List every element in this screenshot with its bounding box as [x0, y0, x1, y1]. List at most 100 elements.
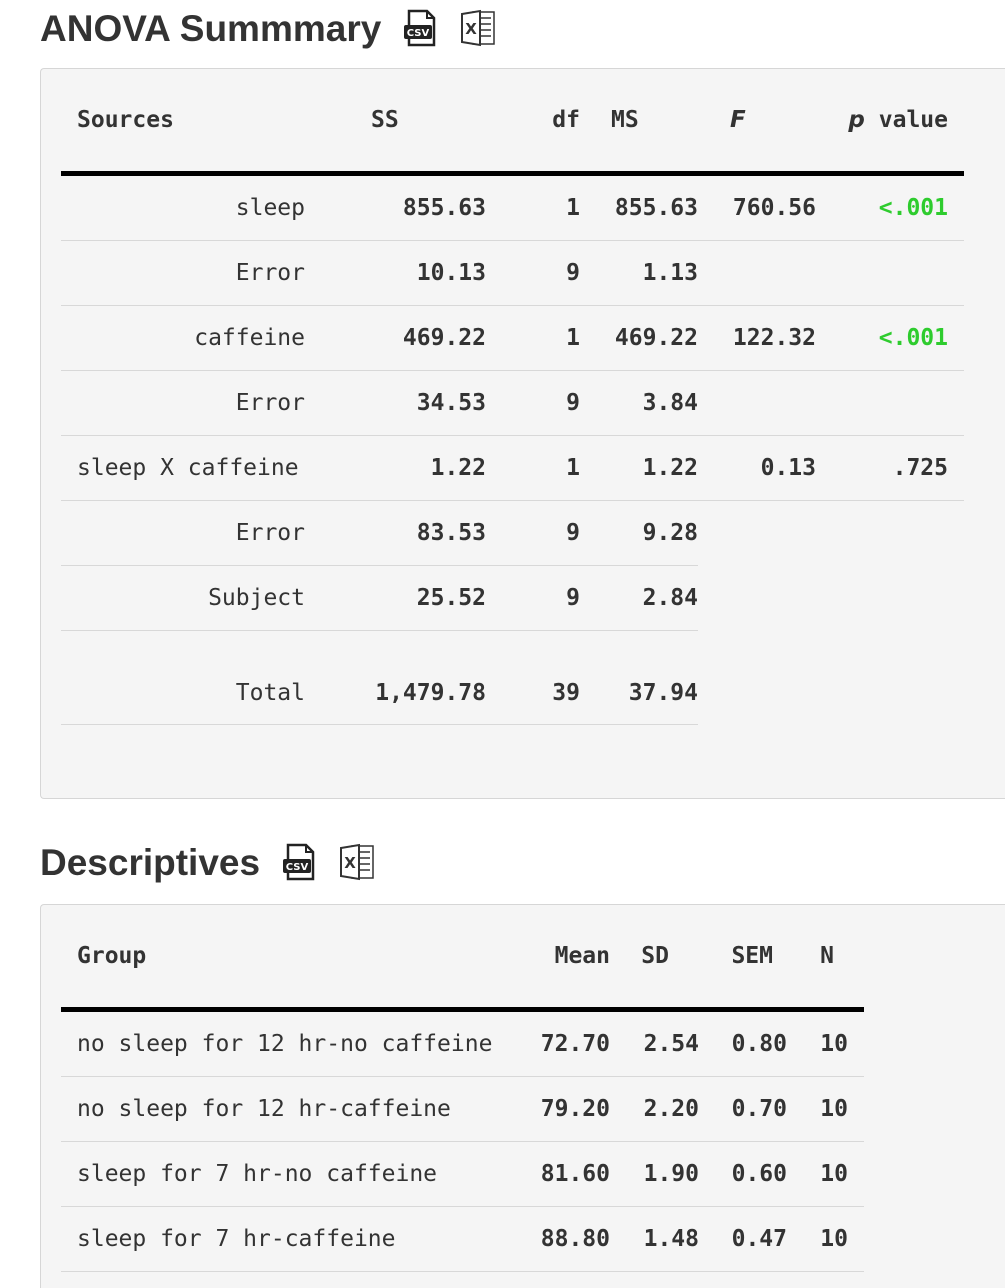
- source-cell: Error: [61, 500, 305, 566]
- csv-download-icon[interactable]: CSV: [280, 842, 318, 882]
- ms-cell: 1.13: [580, 240, 698, 306]
- anova-row: Error 83.53 9 9.28: [61, 500, 964, 566]
- col-header-sem: SEM: [699, 905, 787, 1012]
- ss-cell: 469.22: [305, 305, 486, 371]
- anova-panel: Sources SS df MS F p value sleep 855.63 …: [40, 68, 1005, 799]
- svg-text:X: X: [466, 20, 478, 38]
- p-cell: <.001: [816, 173, 964, 241]
- group-cell: no sleep for 12 hr-caffeine: [61, 1076, 522, 1142]
- svg-text:CSV: CSV: [286, 862, 309, 873]
- ss-cell: 34.53: [305, 370, 486, 436]
- group-cell: sleep for 7 hr-caffeine: [61, 1206, 522, 1272]
- ss-cell: 83.53: [305, 500, 486, 566]
- p-cell: [816, 370, 964, 436]
- anova-title: ANOVA Summmary: [40, 7, 382, 49]
- source-cell: Error: [61, 240, 305, 306]
- anova-total-row: Total 1,479.78 39 37.94: [61, 630, 964, 725]
- source-cell: sleep: [61, 173, 305, 241]
- col-header-ss: SS: [305, 69, 486, 176]
- f-cell: [698, 370, 816, 436]
- descriptives-title: Descriptives: [40, 841, 261, 883]
- page: ANOVA Summmary CSV X Sources SS df MS F …: [0, 0, 1005, 1288]
- col-header-n: N: [787, 905, 864, 1012]
- total-ss: 1,479.78: [305, 630, 486, 725]
- descriptives-row: sleep for 7 hr-caffeine 88.80 1.48 0.47 …: [61, 1206, 864, 1272]
- total-df: 39: [486, 630, 580, 725]
- total-label: Total: [61, 630, 305, 725]
- ms-cell: 1.22: [580, 435, 698, 501]
- svg-text:CSV: CSV: [407, 28, 430, 39]
- sd-cell: 2.20: [610, 1076, 699, 1142]
- ms-cell: 469.22: [580, 305, 698, 371]
- df-cell: 9: [486, 500, 580, 566]
- mean-cell: 72.70: [522, 1009, 610, 1077]
- descriptives-panel: Group Mean SD SEM N no sleep for 12 hr-n…: [40, 904, 1005, 1288]
- df-cell: 9: [486, 565, 580, 631]
- col-header-sd: SD: [610, 905, 699, 1012]
- group-cell: no sleep for 12 hr-no caffeine: [61, 1009, 522, 1077]
- descriptives-row: sleep for 7 hr-no caffeine 81.60 1.90 0.…: [61, 1141, 864, 1207]
- mean-cell: 81.60: [522, 1141, 610, 1207]
- sem-cell: 0.47: [699, 1206, 787, 1272]
- sd-cell: 1.48: [610, 1206, 699, 1272]
- col-header-ms: MS: [580, 69, 698, 176]
- descriptives-row: no sleep for 12 hr-caffeine 79.20 2.20 0…: [61, 1076, 864, 1142]
- source-cell: Subject: [61, 565, 305, 631]
- p-label: p: [848, 107, 865, 133]
- f-cell: 0.13: [698, 435, 816, 501]
- descriptives-row: no sleep for 12 hr-no caffeine 72.70 2.5…: [61, 1009, 864, 1077]
- p-cell: [816, 501, 964, 566]
- df-cell: 1: [486, 305, 580, 371]
- p-cell: .725: [816, 435, 964, 501]
- p-cell: [816, 240, 964, 306]
- descriptives-header-row: Group Mean SD SEM N: [61, 905, 864, 1012]
- ms-cell: 855.63: [580, 173, 698, 241]
- sem-cell: 0.60: [699, 1141, 787, 1207]
- sem-cell: 0.80: [699, 1009, 787, 1077]
- col-header-mean: Mean: [522, 905, 610, 1012]
- source-cell: Error: [61, 370, 305, 436]
- anova-row: caffeine 469.22 1 469.22 122.32 <.001: [61, 305, 964, 371]
- ss-cell: 1.22: [305, 435, 486, 501]
- total-ms: 37.94: [580, 630, 698, 725]
- n-cell: 10: [787, 1076, 864, 1142]
- anova-row: Error 34.53 9 3.84: [61, 370, 964, 436]
- ss-cell: 855.63: [305, 173, 486, 241]
- mean-cell: 79.20: [522, 1076, 610, 1142]
- anova-row: Error 10.13 9 1.13: [61, 240, 964, 306]
- csv-download-icon[interactable]: CSV: [401, 8, 439, 48]
- anova-table: Sources SS df MS F p value sleep 855.63 …: [61, 69, 964, 725]
- anova-header-row: Sources SS df MS F p value: [61, 69, 964, 176]
- n-cell: 10: [787, 1141, 864, 1207]
- source-cell: caffeine: [61, 305, 305, 371]
- n-cell: 10: [787, 1206, 864, 1272]
- f-cell: 122.32: [698, 305, 816, 371]
- col-header-sources: Sources: [61, 69, 305, 176]
- ms-cell: 2.84: [580, 565, 698, 631]
- sd-cell: 1.90: [610, 1141, 699, 1207]
- ss-cell: 25.52: [305, 565, 486, 631]
- ss-cell: 10.13: [305, 240, 486, 306]
- col-header-group: Group: [61, 905, 522, 1012]
- sd-cell: 2.54: [610, 1009, 699, 1077]
- f-cell: [698, 566, 816, 631]
- f-cell: [698, 501, 816, 566]
- df-cell: 1: [486, 173, 580, 241]
- source-cell: sleep X caffeine: [61, 435, 305, 501]
- descriptives-table: Group Mean SD SEM N no sleep for 12 hr-n…: [61, 905, 864, 1272]
- excel-download-icon[interactable]: X: [338, 842, 376, 882]
- df-cell: 1: [486, 435, 580, 501]
- excel-download-icon[interactable]: X: [459, 8, 497, 48]
- ms-cell: 9.28: [580, 500, 698, 566]
- descriptives-heading: Descriptives CSV X: [40, 842, 376, 882]
- group-cell: sleep for 7 hr-no caffeine: [61, 1141, 522, 1207]
- total-p-empty: [816, 631, 964, 725]
- f-cell: [698, 240, 816, 306]
- p-cell: [816, 566, 964, 631]
- ms-cell: 3.84: [580, 370, 698, 436]
- col-header-p-value: p value: [816, 69, 964, 176]
- sem-cell: 0.70: [699, 1076, 787, 1142]
- p-cell: <.001: [816, 305, 964, 371]
- svg-text:X: X: [344, 854, 356, 872]
- anova-row: sleep 855.63 1 855.63 760.56 <.001: [61, 173, 964, 241]
